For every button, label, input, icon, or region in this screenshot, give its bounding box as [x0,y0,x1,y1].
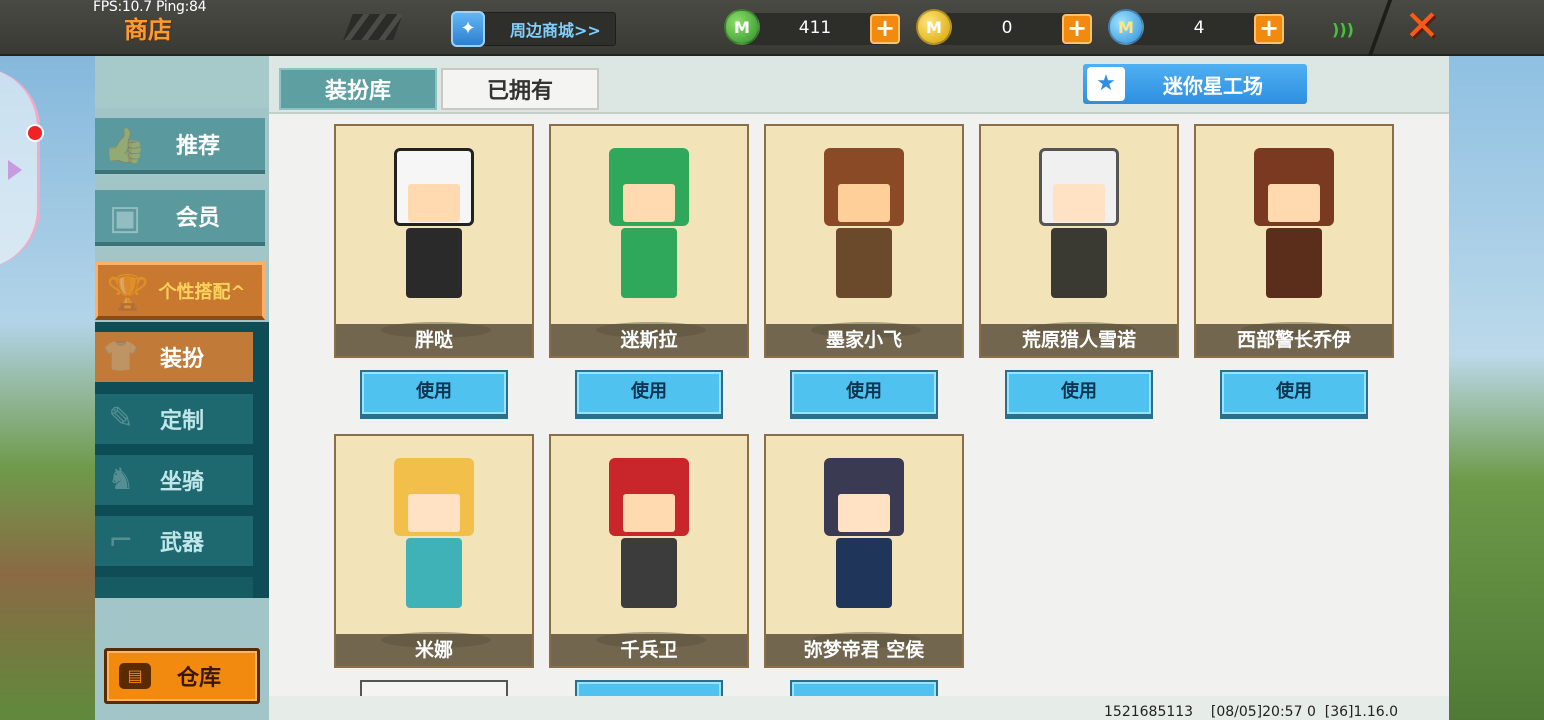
sidebar-header [95,56,269,108]
build-info: 1521685113 [08/05]20:57 0 [36]1.16.0 [1104,704,1399,720]
sidebar-subitem-mount[interactable]: ♞ 坐骑 [95,455,253,505]
star-icon: ★ [1087,67,1125,101]
currency-m-coin: M 0 + [916,9,1092,45]
notification-dot [26,124,44,142]
character-portrait [814,148,914,318]
use-button[interactable]: 使用 [790,370,938,416]
merch-mall-button[interactable]: ✦ 周边商城>> [451,11,616,47]
skin-name: 迷斯拉 [551,324,747,356]
gun-icon: ⌐ [108,523,134,558]
chest-icon: ▤ [119,663,151,689]
green-mini-coin-icon: M [724,9,760,45]
skin-card-sheriff-joey[interactable]: 西部警长乔伊 [1194,124,1394,358]
skin-grid: 胖哒 迷斯拉 墨家小飞 荒原猎人雪诺 西部警长乔伊 使用 使用 使用 使用 使用… [269,112,1449,696]
skin-name: 千兵卫 [551,634,747,666]
background-scenery-right [1448,56,1544,720]
character-portrait [599,148,699,318]
tab-owned[interactable]: 已拥有 [441,68,599,110]
character-portrait [384,148,484,318]
use-button-partial[interactable] [790,680,938,696]
skin-card-misila[interactable]: 迷斯拉 [549,124,749,358]
use-button[interactable]: 使用 [360,370,508,416]
tab-outfit-library[interactable]: 装扮库 [279,68,437,110]
sidebar-item-vip[interactable]: ▣ 会员 [95,190,265,246]
currency-value: 411 [798,18,832,38]
sidebar: 👍 推荐 ▣ 会员 🏆 个性搭配^ 👕 装扮 ✎ 定制 ♞ 坐骑 ⌐ 武器 ▤ … [95,56,269,720]
sidebar-subitem-label: 坐骑 [159,470,204,495]
use-button-partial[interactable] [575,680,723,696]
sidebar-subitem-partial[interactable] [95,577,253,598]
sidebar-subitem-label: 定制 [159,409,204,434]
merch-mall-label: 周边商城>> [510,21,601,40]
use-button[interactable]: 使用 [575,370,723,416]
use-button[interactable]: 使用 [1220,370,1368,416]
sidebar-item-label: 推荐 [175,134,220,159]
mount-icon: ♞ [107,462,135,497]
divider [1367,0,1393,56]
character-portrait [1029,148,1129,318]
close-icon[interactable]: ✕ [1400,5,1444,50]
currency-mini-coin: M 411 + [724,9,900,45]
warehouse-button[interactable]: ▤ 仓库 [104,648,260,704]
blue-mini-bean-icon: M [1108,9,1144,45]
currency-value: 4 [1193,18,1205,38]
sidebar-submenu: 👕 装扮 ✎ 定制 ♞ 坐骑 ⌐ 武器 [95,322,269,598]
tab-bar: 装扮库 已拥有 ★ 迷你星工场 [269,56,1449,112]
main-panel: 装扮库 已拥有 ★ 迷你星工场 胖哒 迷斯拉 墨家小飞 荒原猎人雪诺 西部警长乔… [269,56,1449,720]
skin-card-panda[interactable]: 胖哒 [334,124,534,358]
sidebar-subitem-custom[interactable]: ✎ 定制 [95,394,253,444]
sidebar-item-recommended[interactable]: 👍 推荐 [95,118,265,174]
sidebar-subitem-label: 装扮 [159,347,204,372]
currency-value: 0 [1001,18,1013,38]
character-portrait [384,458,484,628]
thumbs-up-icon: 👍 [103,126,147,166]
skin-name: 胖哒 [336,324,532,356]
skin-name: 西部警长乔伊 [1196,324,1392,356]
sidebar-subitem-outfit[interactable]: 👕 装扮 [95,332,253,382]
add-m-coin-button[interactable]: + [1062,14,1092,44]
skin-name: 荒原猎人雪诺 [981,324,1177,356]
add-mini-coin-button[interactable]: + [870,14,900,44]
trophy-icon: 🏆 [106,273,150,313]
skin-name: 弥梦帝君 空侯 [766,634,962,666]
page-title: 商店 [124,16,172,44]
skin-name: 米娜 [336,634,532,666]
gold-m-coin-icon: M [916,9,952,45]
skin-card-qianbingwei[interactable]: 千兵卫 [549,434,749,668]
add-mini-bean-button[interactable]: + [1254,14,1284,44]
expand-arrow-icon[interactable] [8,160,22,180]
use-button[interactable]: 使用 [1005,370,1153,416]
sidebar-item-personal-style[interactable]: 🏆 个性搭配^ [95,262,265,320]
skin-name: 墨家小飞 [766,324,962,356]
warehouse-label: 仓库 [177,666,222,691]
use-button-partial[interactable] [360,680,508,696]
sidebar-subitem-label: 武器 [159,531,204,556]
skin-card-mojia-xiaofei[interactable]: 墨家小飞 [764,124,964,358]
top-bar: 商店 FPS:10.7 Ping:84 ✦ 周边商城>> M 411 + M 0… [0,0,1544,56]
sidebar-item-label: 个性搭配^ [158,281,246,303]
vip-icon: ▣ [108,198,142,238]
character-portrait [1244,148,1344,318]
character-portrait [599,458,699,628]
mini-workshop-button[interactable]: ★ 迷你星工场 [1083,64,1307,104]
currency-mini-bean: M 4 + [1108,9,1284,45]
wifi-signal-icon: ))) [1332,20,1354,39]
character-portrait [814,458,914,628]
skin-card-mimeng-dijun[interactable]: 弥梦帝君 空侯 [764,434,964,668]
fps-ping-readout: FPS:10.7 Ping:84 [93,0,207,15]
pencil-icon: ✎ [108,401,134,436]
shirt-icon: 👕 [102,339,140,374]
skin-card-snow-hunter[interactable]: 荒原猎人雪诺 [979,124,1179,358]
sidebar-subitem-weapon[interactable]: ⌐ 武器 [95,516,253,566]
sidebar-item-label: 会员 [175,206,220,231]
skin-card-mina[interactable]: 米娜 [334,434,534,668]
shopping-bag-icon: ✦ [451,11,485,47]
decorative-stripes [343,14,403,40]
workshop-label: 迷你星工场 [1163,73,1263,98]
